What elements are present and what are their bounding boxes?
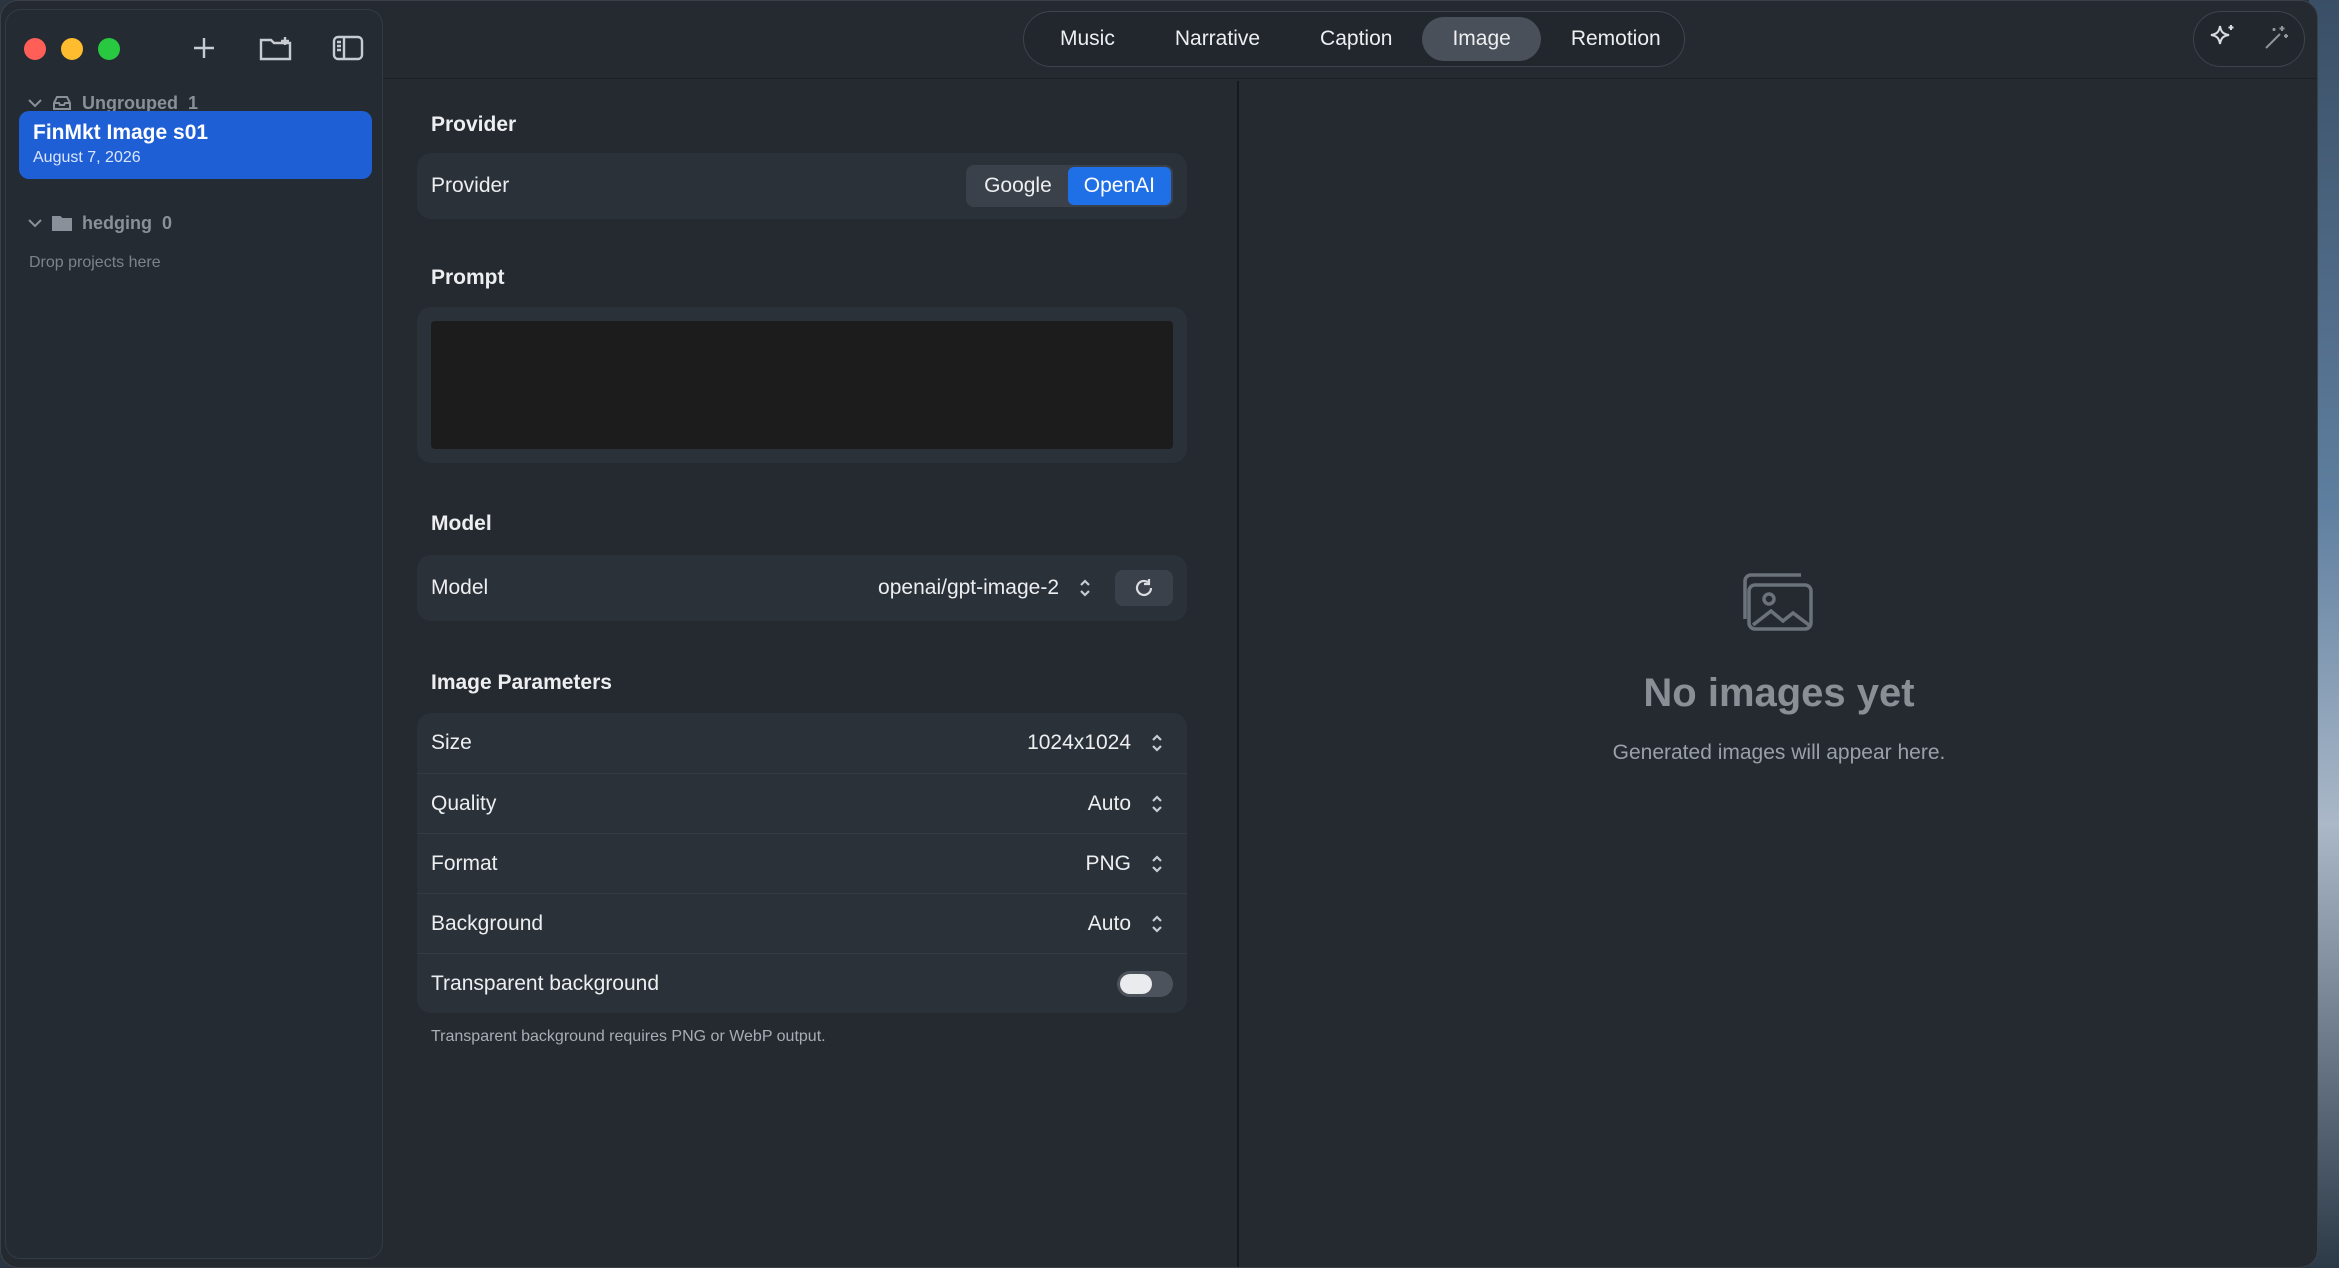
refresh-models-button[interactable] bbox=[1115, 570, 1173, 606]
results-area: No images yet Generated images will appe… bbox=[1239, 79, 2317, 1267]
format-row: Format PNG bbox=[417, 833, 1187, 893]
size-stepper[interactable] bbox=[1145, 729, 1169, 757]
magic-tools-button[interactable] bbox=[2262, 22, 2292, 57]
format-label: Format bbox=[431, 851, 498, 875]
background-label: Background bbox=[431, 911, 544, 935]
quality-select-value[interactable]: Auto bbox=[1088, 792, 1131, 816]
size-select-value[interactable]: 1024x1024 bbox=[1027, 731, 1131, 755]
photo-stack-icon bbox=[1741, 571, 1817, 640]
provider-option-openai[interactable]: OpenAI bbox=[1067, 167, 1171, 205]
prompt-section-title: Prompt bbox=[431, 266, 505, 289]
format-select-value[interactable]: PNG bbox=[1085, 852, 1131, 876]
sparkle-icon bbox=[2210, 24, 2233, 44]
image-params-card: Size 1024x1024 Quality Auto Format PNG B… bbox=[417, 713, 1187, 1013]
model-row-label: Model bbox=[431, 576, 489, 599]
toolbar-actions bbox=[2193, 11, 2305, 67]
tab-narrative[interactable]: Narrative bbox=[1145, 17, 1290, 61]
background-stepper[interactable] bbox=[1145, 910, 1169, 938]
sidebar: Ungrouped 1 FinMkt Image s01 August 7, 2… bbox=[5, 9, 383, 1259]
sidebar-toggle-icon bbox=[332, 35, 364, 61]
project-date: August 7, 2026 bbox=[33, 149, 141, 166]
chevron-up-down-icon bbox=[1080, 579, 1090, 597]
provider-card: Provider Google OpenAI bbox=[417, 153, 1187, 219]
transparent-background-toggle[interactable] bbox=[1117, 970, 1173, 997]
tray-icon bbox=[53, 96, 71, 110]
transparent-row: Transparent background bbox=[417, 953, 1187, 1013]
new-group-button[interactable] bbox=[256, 30, 296, 66]
prompt-input[interactable] bbox=[431, 321, 1173, 449]
magic-wand-icon bbox=[2264, 25, 2288, 49]
format-stepper[interactable] bbox=[1145, 850, 1169, 878]
model-section-title: Model bbox=[431, 512, 492, 535]
toggle-sidebar-button[interactable] bbox=[328, 30, 368, 66]
background-row: Background Auto bbox=[417, 893, 1187, 953]
empty-state-title: No images yet bbox=[1643, 671, 1915, 715]
model-select-stepper[interactable] bbox=[1073, 574, 1097, 602]
tab-remotion[interactable]: Remotion bbox=[1541, 17, 1691, 61]
image-params-section-title: Image Parameters bbox=[431, 671, 612, 694]
app-window: Ungrouped 1 FinMkt Image s01 August 7, 2… bbox=[0, 0, 2318, 1268]
new-project-button[interactable] bbox=[184, 30, 224, 66]
group-name: hedging bbox=[82, 212, 152, 233]
tab-image[interactable]: Image bbox=[1422, 17, 1541, 61]
quality-stepper[interactable] bbox=[1145, 790, 1169, 818]
empty-state-subtitle: Generated images will appear here. bbox=[1612, 741, 1946, 764]
zoom-window-button[interactable] bbox=[98, 38, 120, 60]
minimize-window-button[interactable] bbox=[61, 38, 83, 60]
provider-segmented-control: Google OpenAI bbox=[966, 165, 1173, 207]
chevron-up-down-icon bbox=[1152, 914, 1162, 933]
model-select-value[interactable]: openai/gpt-image-2 bbox=[878, 576, 1059, 600]
chevron-down-icon bbox=[28, 99, 42, 108]
folder-icon bbox=[52, 216, 72, 231]
chevron-down-icon bbox=[28, 219, 42, 228]
quality-row: Quality Auto bbox=[417, 773, 1187, 833]
group-count: 0 bbox=[162, 212, 173, 233]
provider-section-title: Provider bbox=[431, 113, 517, 136]
drop-hint: Drop projects here bbox=[29, 254, 161, 271]
close-window-button[interactable] bbox=[24, 38, 46, 60]
provider-row-label: Provider bbox=[431, 174, 510, 197]
transparent-hint: Transparent background requires PNG or W… bbox=[431, 1028, 826, 1045]
new-folder-icon bbox=[259, 37, 292, 61]
refresh-icon bbox=[1135, 579, 1153, 597]
tab-caption[interactable]: Caption bbox=[1290, 17, 1422, 61]
plus-icon bbox=[194, 38, 214, 58]
project-title: FinMkt Image s01 bbox=[33, 121, 209, 144]
tab-music[interactable]: Music bbox=[1030, 17, 1145, 61]
settings-panel: Provider Provider Google OpenAI Prompt M… bbox=[383, 79, 1237, 1267]
generate-button[interactable] bbox=[2207, 22, 2237, 57]
size-row: Size 1024x1024 bbox=[417, 713, 1187, 773]
chevron-up-down-icon bbox=[1152, 854, 1162, 873]
model-card: Model openai/gpt-image-2 bbox=[417, 555, 1187, 621]
project-item[interactable]: FinMkt Image s01 August 7, 2026 bbox=[19, 111, 372, 179]
group-hedging[interactable]: hedging 0 bbox=[28, 209, 172, 237]
transparent-label: Transparent background bbox=[431, 971, 660, 995]
mode-tabs: Music Narrative Caption Image Remotion bbox=[1023, 11, 1685, 67]
quality-label: Quality bbox=[431, 791, 497, 815]
background-select-value[interactable]: Auto bbox=[1088, 912, 1131, 936]
size-label: Size bbox=[431, 731, 472, 754]
chevron-up-down-icon bbox=[1152, 734, 1162, 752]
chevron-up-down-icon bbox=[1152, 794, 1162, 813]
provider-option-google[interactable]: Google bbox=[968, 167, 1068, 205]
